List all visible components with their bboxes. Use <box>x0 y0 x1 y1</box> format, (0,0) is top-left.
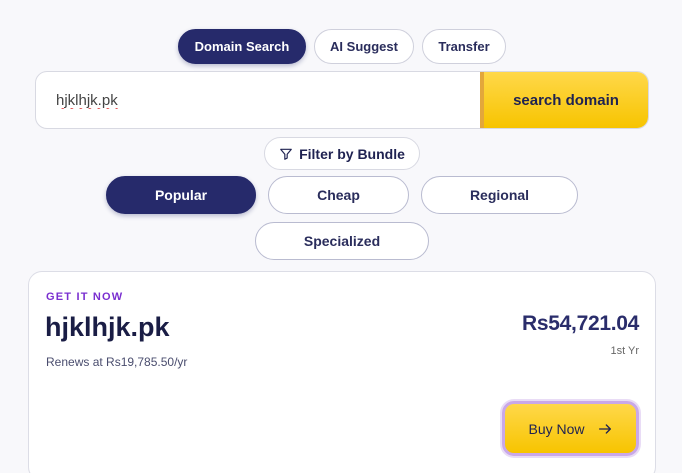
result-eyebrow: GET IT NOW <box>46 291 124 303</box>
tab-ai-suggest[interactable]: AI Suggest <box>314 29 414 64</box>
bundle-cheap[interactable]: Cheap <box>268 176 409 214</box>
buy-now-label: Buy Now <box>528 420 585 437</box>
price-period: 1st Yr <box>610 345 639 357</box>
domain-search-bar: search domain <box>35 71 649 129</box>
bundle-popular[interactable]: Popular <box>106 176 256 214</box>
buy-now-button[interactable]: Buy Now <box>502 401 639 456</box>
filter-by-bundle-button[interactable]: Filter by Bundle <box>264 137 420 170</box>
domain-result-card: GET IT NOW hjklhjk.pk Renews at Rs19,785… <box>28 271 656 473</box>
bundle-regional[interactable]: Regional <box>421 176 578 214</box>
search-mode-tabs: Domain Search AI Suggest Transfer <box>178 29 506 64</box>
tab-domain-search[interactable]: Domain Search <box>178 29 306 64</box>
bundle-specialized[interactable]: Specialized <box>255 222 429 260</box>
arrow-right-icon <box>598 423 611 434</box>
result-domain-name: hjklhjk.pk <box>45 312 170 342</box>
filter-icon <box>280 148 292 160</box>
renewal-price: Renews at Rs19,785.50/yr <box>46 355 188 369</box>
filter-label: Filter by Bundle <box>299 145 405 162</box>
tab-transfer[interactable]: Transfer <box>422 29 506 64</box>
domain-search-input[interactable] <box>36 72 480 128</box>
result-price: Rs54,721.04 <box>522 312 639 335</box>
search-domain-button[interactable]: search domain <box>480 72 648 128</box>
